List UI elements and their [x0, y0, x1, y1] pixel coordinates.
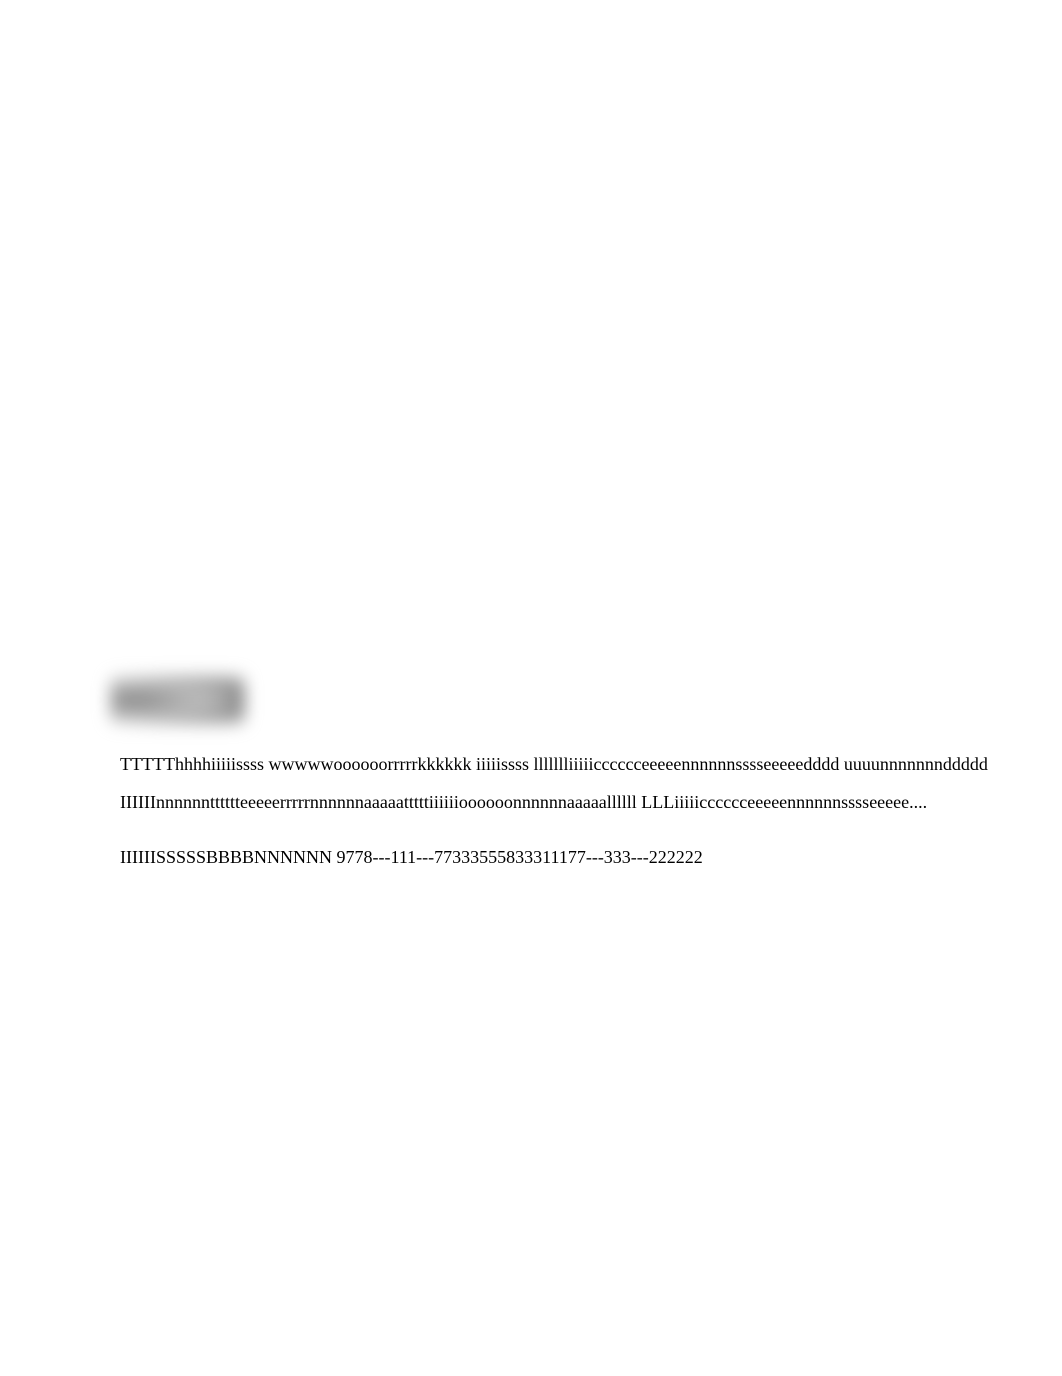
isbn-line: IIIIIISSSSSBBBBNNNNNN 9778---111---77333… — [120, 847, 703, 868]
document-page: TTTTThhhhiiiiissss wwwwwoooooorrrrrkkkkk… — [0, 0, 1062, 1376]
license-text-line-2: IIIIIInnnnnntttttteeeeerrrrrnnnnnnaaaaat… — [120, 792, 927, 813]
license-text-line-1: TTTTThhhhiiiiissss wwwwwoooooorrrrrkkkkk… — [120, 754, 988, 775]
cc-license-logo — [110, 672, 245, 728]
